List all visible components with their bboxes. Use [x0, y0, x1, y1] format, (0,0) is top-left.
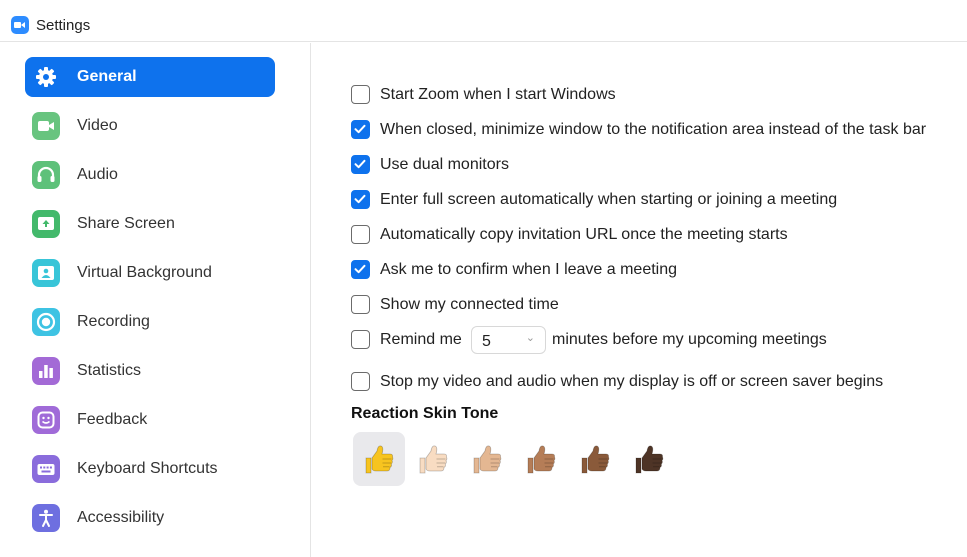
- statistics-icon: [32, 357, 60, 385]
- sidebar-item-label: Virtual Background: [77, 264, 212, 281]
- sidebar-item-feedback[interactable]: Feedback: [25, 400, 275, 440]
- skin-tone-dark[interactable]: [623, 432, 675, 486]
- thumbs-up-icon: [419, 445, 448, 474]
- sidebar-item-keyboard-shortcuts[interactable]: Keyboard Shortcuts: [25, 449, 275, 489]
- remind-label-before: Remind me: [380, 331, 462, 348]
- sidebar-item-video[interactable]: Video: [25, 106, 275, 146]
- chevron-down-icon: ⌄: [525, 332, 535, 344]
- option-label: Show my connected time: [380, 296, 559, 313]
- checkbox[interactable]: [351, 330, 370, 349]
- sidebar-item-general[interactable]: General: [25, 57, 275, 97]
- checkbox[interactable]: [351, 225, 370, 244]
- reaction-skin-tone-title: Reaction Skin Tone: [351, 405, 499, 422]
- checkmark-icon: [354, 124, 366, 134]
- checkbox[interactable]: [351, 372, 370, 391]
- skin-tone-medium[interactable]: [515, 432, 567, 486]
- share-screen-icon: [32, 210, 60, 238]
- settings-sidebar: General Video Audio Share Screen Virtual…: [0, 43, 311, 557]
- option-label: Ask me to confirm when I leave a meeting: [380, 261, 678, 278]
- general-settings-panel: Start Zoom when I start Windows When clo…: [312, 43, 967, 557]
- checkbox[interactable]: [351, 260, 370, 279]
- skin-tone-medium-dark[interactable]: [569, 432, 621, 486]
- skin-tone-default-yellow[interactable]: [353, 432, 405, 486]
- sidebar-item-label: Statistics: [77, 362, 142, 379]
- sidebar-item-label: Keyboard Shortcuts: [77, 460, 218, 477]
- sidebar-item-label: Accessibility: [77, 509, 165, 526]
- checkbox[interactable]: [351, 155, 370, 174]
- checkmark-icon: [354, 194, 366, 204]
- sidebar-item-label: Share Screen: [77, 215, 175, 232]
- window-title: Settings: [36, 17, 91, 34]
- option-label: When closed, minimize window to the noti…: [380, 121, 927, 138]
- title-bar: Settings: [0, 0, 967, 42]
- gear-icon: [32, 63, 60, 91]
- sidebar-item-label: General: [77, 68, 137, 85]
- remind-minutes-value: 5: [482, 333, 491, 350]
- thumbs-up-icon: [473, 445, 502, 474]
- sidebar-item-virtual-background[interactable]: Virtual Background: [25, 253, 275, 293]
- sidebar-item-recording[interactable]: Recording: [25, 302, 275, 342]
- zoom-camera-icon: [11, 16, 29, 34]
- checkbox[interactable]: [351, 120, 370, 139]
- video-camera-icon: [32, 112, 60, 140]
- sidebar-item-label: Feedback: [77, 411, 148, 428]
- thumbs-up-icon: [635, 445, 664, 474]
- recording-icon: [32, 308, 60, 336]
- skin-tone-medium-light[interactable]: [461, 432, 513, 486]
- checkmark-icon: [354, 264, 366, 274]
- thumbs-up-icon: [527, 445, 556, 474]
- checkbox[interactable]: [351, 190, 370, 209]
- option-label: Start Zoom when I start Windows: [380, 86, 616, 103]
- headphones-icon: [32, 161, 60, 189]
- sidebar-item-share-screen[interactable]: Share Screen: [25, 204, 275, 244]
- sidebar-item-accessibility[interactable]: Accessibility: [25, 498, 275, 538]
- sidebar-item-label: Recording: [77, 313, 150, 330]
- checkmark-icon: [354, 159, 366, 169]
- option-label: Stop my video and audio when my display …: [380, 373, 884, 390]
- remind-label-after: minutes before my upcoming meetings: [552, 331, 827, 348]
- thumbs-up-icon: [365, 445, 394, 474]
- keyboard-icon: [32, 455, 60, 483]
- option-label: Automatically copy invitation URL once t…: [380, 226, 788, 243]
- virtual-background-icon: [32, 259, 60, 287]
- checkbox[interactable]: [351, 85, 370, 104]
- sidebar-item-label: Audio: [77, 166, 118, 183]
- accessibility-icon: [32, 504, 60, 532]
- feedback-smiley-icon: [32, 406, 60, 434]
- thumbs-up-icon: [581, 445, 610, 474]
- option-label: Enter full screen automatically when sta…: [380, 191, 838, 208]
- sidebar-item-audio[interactable]: Audio: [25, 155, 275, 195]
- checkbox[interactable]: [351, 295, 370, 314]
- option-label: Use dual monitors: [380, 156, 509, 173]
- sidebar-item-statistics[interactable]: Statistics: [25, 351, 275, 391]
- skin-tone-light[interactable]: [407, 432, 459, 486]
- sidebar-item-label: Video: [77, 117, 118, 134]
- remind-minutes-select[interactable]: 5 ⌄: [471, 326, 546, 354]
